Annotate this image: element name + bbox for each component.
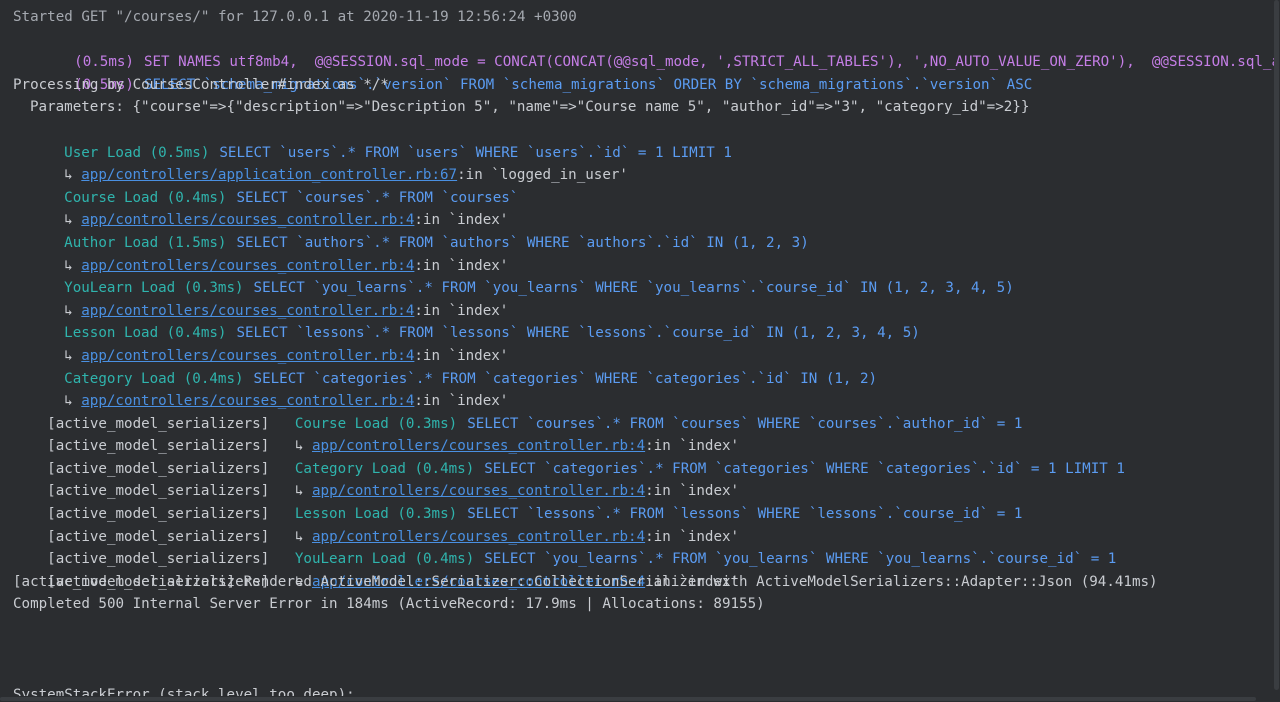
query-sql: SELECT `users`.* FROM `users` WHERE `use… bbox=[219, 144, 732, 161]
source-link[interactable]: app/controllers/courses_controller.rb:4 bbox=[81, 258, 414, 274]
source-link[interactable]: app/controllers/courses_controller.rb:4 bbox=[81, 303, 414, 319]
log-parameters-line: Parameters: {"course"=>{"description"=>"… bbox=[30, 99, 1030, 116]
query-sql: SELECT `courses`.* FROM `courses` WHERE … bbox=[467, 415, 1023, 432]
trace-suffix: :in `index' bbox=[645, 438, 740, 455]
serializer-prefix: [active_model_serializers] bbox=[47, 551, 270, 568]
trace-arrow-icon: ↳ bbox=[64, 212, 73, 229]
vertical-scrollbar-thumb[interactable] bbox=[1274, 0, 1279, 690]
source-link[interactable]: app/controllers/application_controller.r… bbox=[81, 167, 457, 183]
query-sql: SELECT `you_learns`.* FROM `you_learns` … bbox=[484, 551, 1117, 568]
query-label: Category Load (0.4ms) bbox=[64, 370, 244, 387]
trace-arrow-icon: ↳ bbox=[294, 528, 304, 545]
serializer-prefix: [active_model_serializers] bbox=[47, 415, 270, 432]
log-rendered-line: [active_model_serializers] Rendered Acti… bbox=[13, 573, 1158, 590]
serializer-prefix: [active_model_serializers] bbox=[47, 506, 270, 523]
trace-suffix: :in `index' bbox=[414, 257, 509, 274]
query-label: Course Load (0.4ms) bbox=[64, 189, 227, 206]
trace-arrow-icon: ↳ bbox=[64, 167, 73, 184]
trace-suffix: :in `index' bbox=[414, 347, 509, 364]
log-setnames-line: (0.5ms) SET NAMES utf8mb4, @@SESSION.sql_… bbox=[0, 29, 1280, 70]
query-label: Author Load (1.5ms) bbox=[64, 234, 227, 251]
query-sql: SELECT `courses`.* FROM `courses` bbox=[236, 189, 519, 206]
query-label: YouLearn Load (0.4ms) bbox=[294, 551, 475, 568]
trace-arrow-icon: ↳ bbox=[64, 257, 73, 274]
query-sql: SELECT `lessons`.* FROM `lessons` WHERE … bbox=[236, 325, 920, 342]
query-label: YouLearn Load (0.3ms) bbox=[64, 280, 244, 297]
query-sql: SELECT `authors`.* FROM `authors` WHERE … bbox=[236, 234, 809, 251]
sql-statement: SET NAMES utf8mb4, @@SESSION.sql_mode = … bbox=[143, 54, 1280, 71]
trace-arrow-icon: ↳ bbox=[294, 483, 304, 500]
trace-arrow-icon: ↳ bbox=[294, 438, 304, 455]
source-link[interactable]: app/controllers/courses_controller.rb:4 bbox=[312, 529, 645, 545]
trace-arrow-icon: ↳ bbox=[64, 302, 73, 319]
source-link[interactable]: app/controllers/courses_controller.rb:4 bbox=[312, 438, 645, 454]
trace-suffix: :in `index' bbox=[414, 393, 509, 410]
source-link[interactable]: app/controllers/courses_controller.rb:4 bbox=[81, 348, 414, 364]
serializer-prefix: [active_model_serializers] bbox=[47, 528, 270, 545]
trace-suffix: :in `index' bbox=[414, 302, 509, 319]
serializer-prefix: [active_model_serializers] bbox=[47, 483, 270, 500]
terminal-output[interactable]: Started GET "/courses/" for 127.0.0.1 at… bbox=[0, 0, 1280, 702]
trace-suffix: :in `logged_in_user' bbox=[457, 167, 628, 184]
trace-suffix: :in `index' bbox=[645, 528, 740, 545]
query-line: User Load (0.5ms) SELECT `users`.* FROM `… bbox=[0, 119, 1280, 161]
trace-suffix: :in `index' bbox=[414, 212, 509, 229]
query-sql: SELECT `lessons`.* FROM `lessons` WHERE … bbox=[467, 506, 1023, 523]
query-sql: SELECT `you_learns`.* FROM `you_learns` … bbox=[253, 280, 1014, 297]
query-label: Lesson Load (0.4ms) bbox=[64, 325, 227, 342]
source-link[interactable]: app/controllers/courses_controller.rb:4 bbox=[81, 393, 414, 409]
query-sql: SELECT `categories`.* FROM `categories` … bbox=[253, 370, 878, 387]
query-sql: SELECT `categories`.* FROM `categories` … bbox=[484, 460, 1125, 477]
query-label: Lesson Load (0.3ms) bbox=[294, 506, 458, 523]
sql-time: (0.5ms) bbox=[74, 54, 134, 71]
log-started-line: Started GET "/courses/" for 127.0.0.1 at… bbox=[13, 9, 577, 25]
log-completed-line: Completed 500 Internal Server Error in 1… bbox=[13, 596, 765, 613]
serializer-prefix: [active_model_serializers] bbox=[47, 460, 270, 477]
horizontal-scrollbar[interactable] bbox=[0, 696, 1280, 702]
query-label: Course Load (0.3ms) bbox=[294, 415, 458, 432]
trace-arrow-icon: ↳ bbox=[64, 393, 73, 410]
trace-arrow-icon: ↳ bbox=[64, 347, 73, 364]
query-label: Category Load (0.4ms) bbox=[294, 460, 475, 477]
source-link[interactable]: app/controllers/courses_controller.rb:4 bbox=[81, 212, 414, 228]
vertical-scrollbar[interactable] bbox=[1272, 0, 1280, 700]
serializer-prefix: [active_model_serializers] bbox=[47, 438, 270, 455]
source-link[interactable]: app/controllers/courses_controller.rb:4 bbox=[312, 483, 645, 499]
horizontal-scrollbar-thumb[interactable] bbox=[0, 697, 1256, 701]
trace-suffix: :in `index' bbox=[645, 483, 740, 500]
query-label: User Load (0.5ms) bbox=[64, 144, 210, 161]
